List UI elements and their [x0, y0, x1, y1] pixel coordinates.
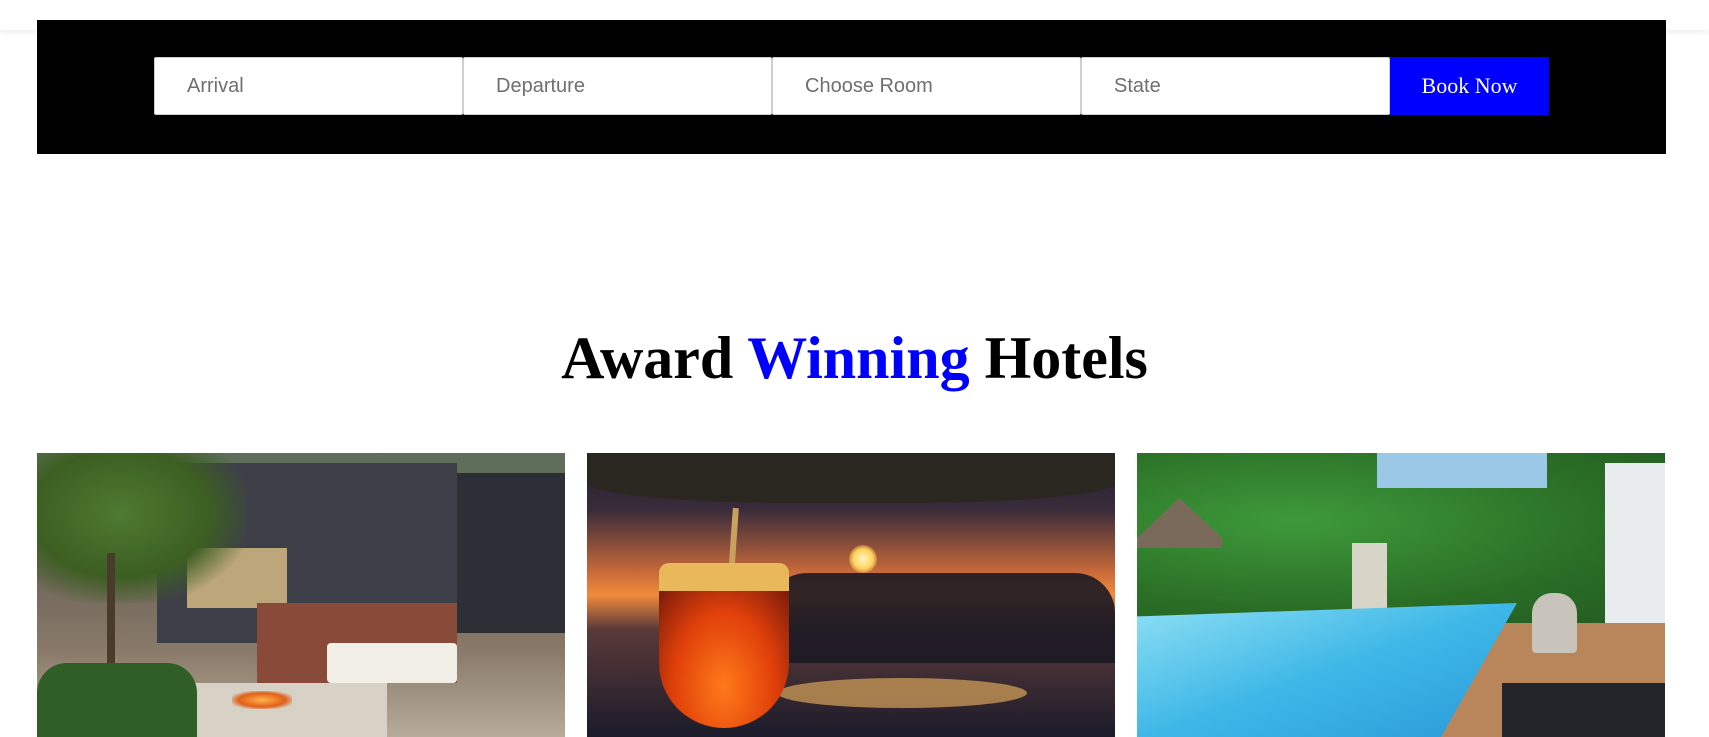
photo-glass-shape [659, 563, 789, 728]
hotel-photo-sunset-cocktail[interactable] [587, 453, 1115, 737]
booking-bar: Book Now [37, 20, 1666, 154]
photo-umbrella-shape [587, 453, 1115, 503]
photo-tree-shape [37, 453, 247, 603]
photo-sky-shape [1377, 453, 1547, 488]
photo-table-shape [1502, 683, 1665, 737]
photo-sofa-shape [327, 643, 457, 683]
section-title: Award Winning Hotels [0, 320, 1709, 396]
photo-fire-shape [232, 691, 292, 709]
booking-form: Book Now [154, 57, 1549, 115]
departure-input[interactable] [463, 57, 772, 115]
photo-crowd-shape [767, 573, 1115, 663]
photo-sun-shape [849, 545, 877, 573]
book-now-button[interactable]: Book Now [1390, 57, 1549, 115]
photo-statue-shape [1532, 593, 1577, 653]
photo-hedge-shape [37, 663, 197, 737]
hotel-gallery [37, 453, 1666, 737]
title-word-winning: Winning [747, 325, 970, 391]
hotel-photo-pool[interactable] [1137, 453, 1665, 737]
photo-wall-shape [457, 473, 565, 633]
photo-fountain-shape [1352, 543, 1387, 613]
arrival-input[interactable] [154, 57, 463, 115]
title-word-hotels: Hotels [984, 325, 1148, 391]
choose-room-input[interactable] [772, 57, 1081, 115]
hotel-photo-courtyard[interactable] [37, 453, 565, 737]
photo-table-shape [777, 678, 1027, 708]
title-word-award: Award [561, 325, 734, 391]
state-input[interactable] [1081, 57, 1390, 115]
